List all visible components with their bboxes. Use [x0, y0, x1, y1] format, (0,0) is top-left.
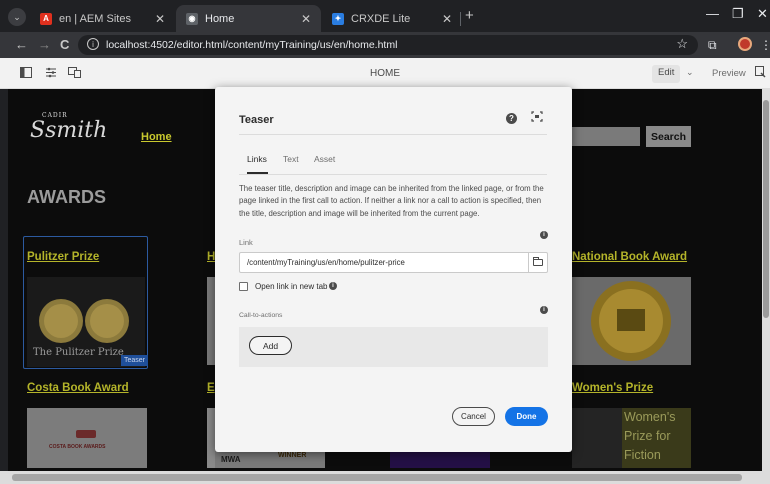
url-text[interactable]: localhost:4502/editor.html/content/myTra…	[106, 39, 397, 51]
mwa-image: MWA WINNER	[215, 450, 325, 468]
address-bar[interactable]: i localhost:4502/editor.html/content/myT…	[78, 35, 698, 55]
fullscreen-icon[interactable]	[531, 111, 543, 125]
minimize-button[interactable]: —	[706, 6, 719, 21]
folder-icon	[533, 257, 543, 266]
profile-avatar[interactable]	[738, 37, 752, 51]
womens-prize-image: Women's Prize for Fiction	[572, 408, 691, 468]
new-tab-button[interactable]: +	[465, 7, 474, 24]
add-cta-button[interactable]: Add	[249, 336, 292, 355]
nav-home-link[interactable]: Home	[141, 131, 172, 143]
reload-button[interactable]: C	[60, 37, 69, 52]
site-search-input[interactable]	[572, 127, 640, 146]
dialog-header-divider	[239, 134, 547, 135]
annotate-icon[interactable]	[755, 66, 766, 81]
tab-label: CRXDE Lite	[351, 12, 411, 25]
close-tab-icon[interactable]: ✕	[442, 12, 452, 26]
selected-component-outline	[23, 236, 148, 369]
close-window-button[interactable]: ✕	[757, 6, 768, 22]
bookmark-star-icon[interactable]: ☆	[676, 36, 688, 52]
card-title-womens-prize[interactable]: Women's Prize	[572, 382, 653, 394]
teaser-dialog: Teaser ? Links Text Asset The teaser tit…	[215, 87, 572, 452]
purple-award-image	[390, 452, 490, 468]
tab-home[interactable]: ◉ Home ✕	[176, 5, 321, 32]
site-logo[interactable]: CADIR Ssmith	[30, 112, 107, 162]
browser-tab-strip: ⌄ A en | AEM Sites ✕ ◉ Home ✕ ✦ CRXDE Li…	[0, 0, 770, 32]
tab-aem-sites[interactable]: A en | AEM Sites ✕	[30, 5, 175, 32]
tab-asset[interactable]: Asset	[314, 154, 335, 164]
costa-caption: COSTA BOOK AWARDS	[49, 444, 106, 450]
awards-heading: AWARDS	[27, 187, 107, 207]
tab-text[interactable]: Text	[283, 154, 299, 164]
mwa-label: MWA	[221, 455, 241, 464]
link-label: Link	[239, 238, 253, 247]
chevron-down-icon[interactable]: ⌄	[686, 67, 694, 78]
new-tab-info-icon[interactable]: i	[329, 282, 337, 290]
card-title-national-book[interactable]: National Book Award	[572, 251, 687, 263]
cta-info-icon[interactable]: i	[540, 306, 548, 314]
tab-crxde-lite[interactable]: ✦ CRXDE Lite ✕	[322, 5, 462, 32]
statue-shape	[572, 408, 622, 468]
extensions-icon[interactable]: ⧉	[708, 38, 717, 53]
site-info-icon[interactable]: i	[87, 38, 99, 50]
screen: ⌄ A en | AEM Sites ✕ ◉ Home ✕ ✦ CRXDE Li…	[0, 0, 770, 484]
adobe-icon: A	[40, 12, 52, 25]
link-info-icon[interactable]: i	[540, 231, 548, 239]
editor-toolbar: HOME Edit ⌄ Preview	[0, 58, 770, 89]
teaser-description: The teaser title, description and image …	[239, 184, 544, 218]
winner-label: WINNER	[278, 452, 307, 459]
link-value[interactable]: /content/myTraining/us/en/home/pulitzer-…	[247, 258, 405, 267]
card-title-partial-2[interactable]: E	[207, 382, 215, 394]
tab-label: Home	[205, 12, 235, 25]
preview-button[interactable]: Preview	[712, 68, 746, 79]
globe-icon: ◉	[186, 12, 198, 25]
cancel-button[interactable]: Cancel	[452, 407, 495, 426]
logo-text: Ssmith	[30, 118, 108, 143]
crxde-icon: ✦	[332, 12, 344, 25]
card-title-costa[interactable]: Costa Book Award	[27, 382, 129, 394]
forward-button[interactable]: →	[38, 37, 51, 52]
dialog-title: Teaser	[239, 114, 274, 126]
horizontal-scroll-thumb[interactable]	[12, 474, 742, 481]
close-tab-icon[interactable]: ✕	[155, 12, 165, 26]
tab-search-icon[interactable]: ⌄	[8, 8, 26, 26]
tab-separator	[460, 12, 461, 26]
costa-cup-icon	[76, 430, 96, 438]
close-tab-icon[interactable]: ✕	[301, 12, 311, 26]
open-new-tab-label[interactable]: Open link in new tab	[255, 282, 328, 291]
vertical-scroll-thumb[interactable]	[763, 100, 769, 318]
mode-selector[interactable]: Edit	[652, 65, 681, 83]
open-new-tab-checkbox[interactable]	[239, 282, 248, 291]
browser-menu-icon[interactable]: ⋮	[760, 38, 770, 52]
tab-links[interactable]: Links	[247, 154, 267, 164]
back-button[interactable]: ←	[15, 37, 28, 52]
link-field[interactable]: /content/myTraining/us/en/home/pulitzer-…	[239, 252, 529, 273]
browse-button[interactable]	[528, 252, 548, 273]
browser-toolbar: ← → C i localhost:4502/editor.html/conte…	[0, 32, 770, 58]
component-type-badge: Teaser	[121, 355, 149, 366]
partial-card-image-2	[207, 408, 215, 468]
logo-tagline: CADIR	[42, 112, 68, 119]
help-icon[interactable]: ?	[506, 113, 517, 124]
tab-label: en | AEM Sites	[59, 12, 131, 25]
womens-prize-caption: Women's Prize for Fiction	[624, 410, 676, 462]
done-button[interactable]: Done	[505, 407, 548, 426]
dialog-tabs: Links Text Asset	[239, 153, 547, 175]
partial-card-image	[207, 277, 215, 365]
costa-award-image: COSTA BOOK AWARDS	[27, 408, 147, 468]
active-tab-indicator	[247, 172, 268, 174]
cta-label: Call-to-actions	[239, 312, 283, 319]
cta-multifield: Add	[239, 327, 548, 367]
maximize-button[interactable]: ❐	[732, 6, 744, 22]
site-search-button[interactable]: Search	[646, 126, 691, 147]
national-book-seal-image	[572, 277, 691, 365]
